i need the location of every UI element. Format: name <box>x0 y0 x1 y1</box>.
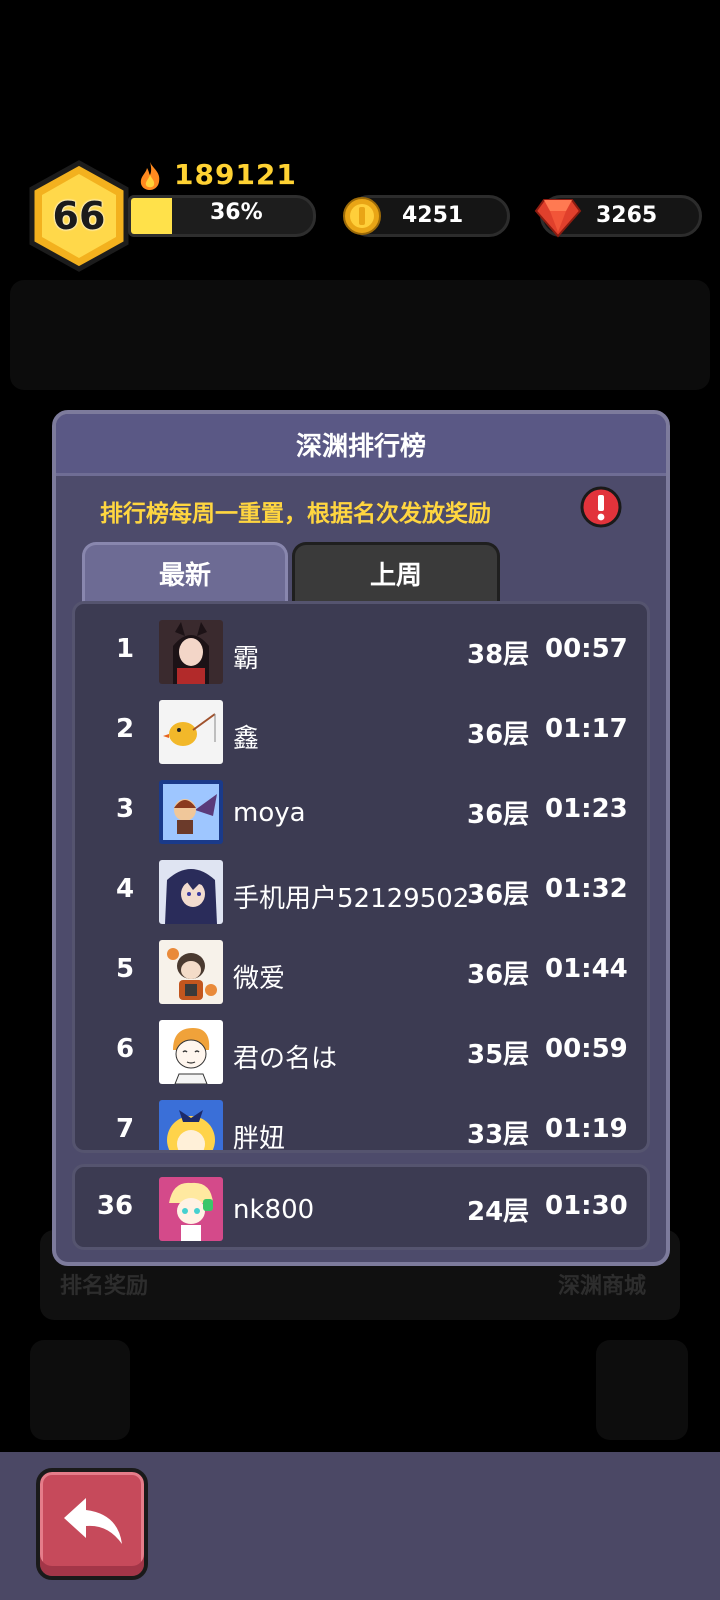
rank-number: 5 <box>115 954 135 984</box>
rank-number: 7 <box>115 1114 135 1144</box>
tab-last-week[interactable]: 上周 <box>292 542 500 602</box>
clear-time: 01:17 <box>545 714 628 744</box>
floor-reached: 36层 <box>467 960 530 990</box>
rank-reward-label: 排名奖励 <box>60 1274 149 1299</box>
floor-reached: 33层 <box>467 1120 530 1150</box>
back-arrow-icon <box>64 1498 122 1544</box>
info-alert-icon[interactable] <box>580 486 622 528</box>
floor-reached: 36层 <box>467 720 530 750</box>
player-name: 君の名は <box>233 1044 338 1074</box>
player-name: 胖妞 <box>233 1124 286 1153</box>
dark-hair-character-avatar-icon <box>159 860 223 924</box>
abyss-shop-label: 深渊商城 <box>558 1274 647 1299</box>
background-panel <box>10 280 710 390</box>
player-name: 手机用户52129502 <box>233 884 470 914</box>
xp-percent: 36% <box>210 200 263 225</box>
rank-number: 2 <box>115 714 135 744</box>
top-hud: 66 189121 36% 4251 3265 <box>0 0 720 280</box>
reset-notice: 排行榜每周一重置，根据名次发放奖励 <box>100 501 491 527</box>
my-rank-number: 36 <box>96 1191 134 1221</box>
combat-power: 189121 <box>174 158 297 191</box>
player-level: 66 <box>52 194 106 238</box>
pink-character-avatar-icon <box>159 1177 223 1241</box>
rank-number: 6 <box>115 1034 135 1064</box>
list-item[interactable]: 7 胖妞 33层 01:19 <box>75 1092 647 1153</box>
ranking-list[interactable]: 1 霸 38层 00:57 2 鑫 36层 01:17 3 moya 36层 0… <box>72 601 650 1153</box>
modal-title: 深渊排行榜 <box>295 432 426 462</box>
list-item[interactable]: 6 君の名は 35层 00:59 <box>75 1012 647 1092</box>
clear-time: 01:44 <box>545 954 628 984</box>
player-name: 霸 <box>233 644 260 674</box>
my-rank-row[interactable]: 36 nk800 24层 01:30 <box>72 1164 650 1250</box>
clear-time: 00:57 <box>545 634 628 664</box>
my-player-name: nk800 <box>233 1195 315 1225</box>
back-button[interactable] <box>36 1468 148 1580</box>
sketch-boy-avatar-icon <box>159 1020 223 1084</box>
tab-latest[interactable]: 最新 <box>82 542 288 602</box>
floor-reached: 36层 <box>467 880 530 910</box>
xp-fill <box>131 198 172 234</box>
chibi-warrior-avatar-icon <box>159 940 223 1004</box>
rank-number: 3 <box>115 794 135 824</box>
gem-amount: 3265 <box>596 203 658 228</box>
modal-header: 深渊排行榜 <box>56 414 666 476</box>
player-name: moya <box>233 798 306 828</box>
player-name: 鑫 <box>233 724 260 754</box>
flame-icon <box>140 162 160 190</box>
rank-number: 1 <box>115 634 135 664</box>
clear-time: 00:59 <box>545 1034 628 1064</box>
clear-time: 01:19 <box>545 1114 628 1144</box>
list-item[interactable]: 3 moya 36层 01:23 <box>75 772 647 852</box>
clear-time: 01:23 <box>545 794 628 824</box>
list-item[interactable]: 2 鑫 36层 01:17 <box>75 692 647 772</box>
winged-character-avatar-icon <box>159 780 223 844</box>
player-name: 微爱 <box>233 964 286 994</box>
my-clear-time: 01:30 <box>545 1191 628 1221</box>
floor-reached: 35层 <box>467 1040 530 1070</box>
clear-time: 01:32 <box>545 874 628 904</box>
duck-fishing-avatar-icon <box>159 700 223 764</box>
gem-icon <box>534 199 582 238</box>
background-icon-left <box>30 1340 130 1440</box>
anime-girl-avatar-icon <box>159 620 223 684</box>
list-item[interactable]: 4 手机用户52129502 36层 01:32 <box>75 852 647 932</box>
background-icon-right <box>596 1340 688 1440</box>
list-item[interactable]: 1 霸 38层 00:57 <box>75 612 647 692</box>
list-item[interactable]: 5 微爱 36层 01:44 <box>75 932 647 1012</box>
floor-reached: 38层 <box>467 640 530 670</box>
my-floor-reached: 24层 <box>467 1197 530 1227</box>
blonde-girl-avatar-icon <box>159 1100 223 1150</box>
coin-icon <box>343 197 381 235</box>
rank-number: 4 <box>115 874 135 904</box>
floor-reached: 36层 <box>467 800 530 830</box>
coin-amount: 4251 <box>402 203 464 228</box>
